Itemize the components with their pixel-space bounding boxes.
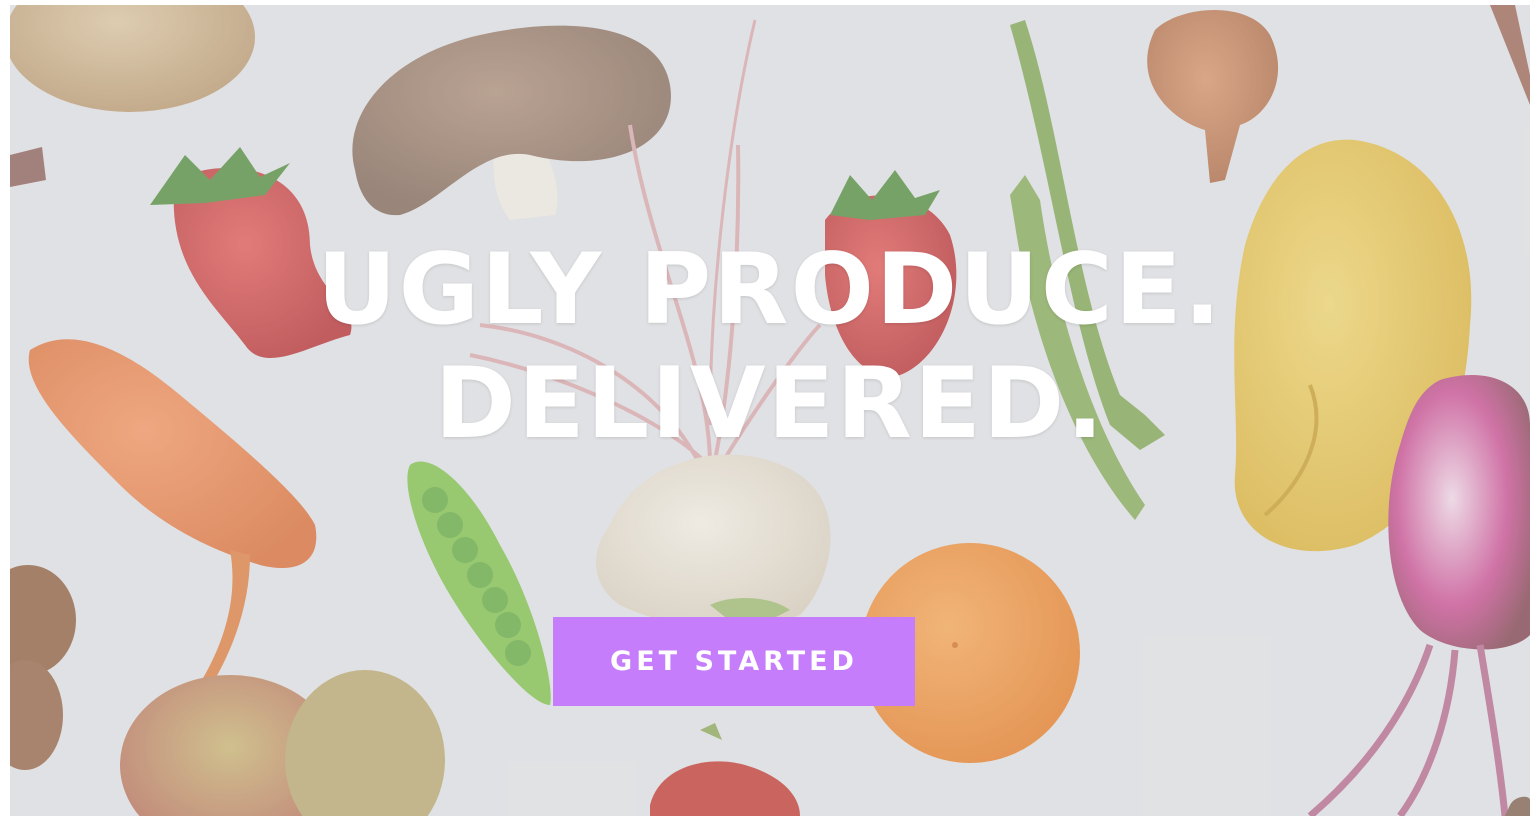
hero-headline-line2: DELIVERED. [434, 347, 1106, 461]
hero-headline-line1: UGLY PRODUCE. [317, 233, 1223, 347]
get-started-button[interactable]: GET STARTED [553, 617, 915, 706]
hero-section: UGLY PRODUCE. DELIVERED. GET STARTED [10, 5, 1530, 816]
